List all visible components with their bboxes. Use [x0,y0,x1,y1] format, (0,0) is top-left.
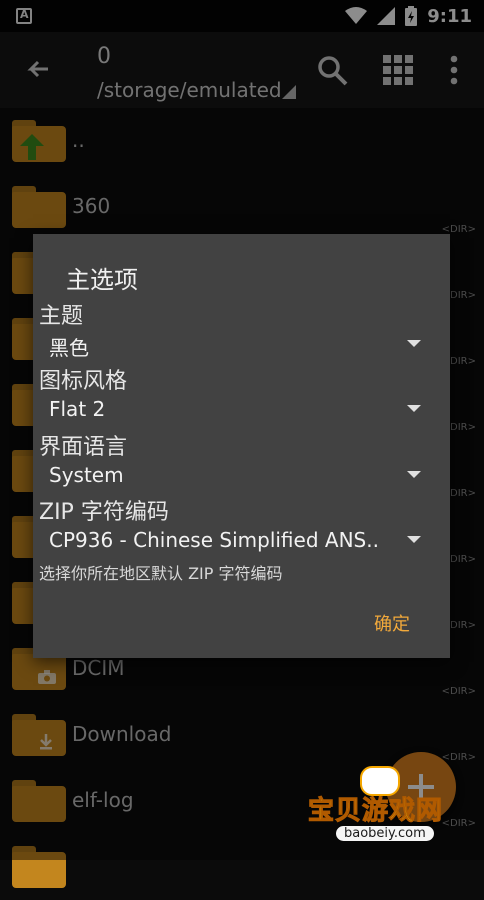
zip-encoding-select[interactable]: CP936 - Chinese Simplified ANS.. [49,524,421,558]
icon-style-label: 图标风格 [39,369,128,394]
icon-style-select[interactable]: Flat 2 [49,393,421,427]
dropdown-arrow-icon [407,471,421,478]
language-select[interactable]: System [49,459,421,493]
language-label: 界面语言 [39,435,128,460]
theme-select[interactable]: 黑色 [49,328,421,362]
zip-encoding-hint: 选择你所在地区默认 ZIP 字符编码 [39,564,283,583]
dropdown-arrow-icon [407,405,421,412]
zip-encoding-label: ZIP 字符编码 [39,500,169,525]
dropdown-arrow-icon [407,536,421,543]
dropdown-arrow-icon [407,340,421,347]
ok-button[interactable]: 确定 [374,606,410,640]
theme-label: 主题 [39,304,84,329]
main-options-dialog: 主选项 主题 黑色 图标风格 Flat 2 界面语言 System ZIP 字符… [33,234,450,658]
watermark: 宝贝游戏网 baobeiy.com [300,766,470,856]
dialog-title: 主选项 [66,266,138,294]
